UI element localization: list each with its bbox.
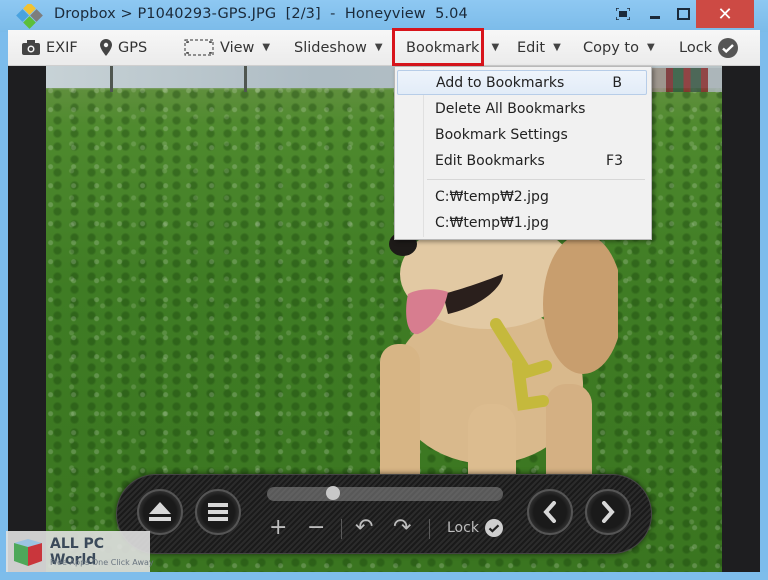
check-circle-icon [718,37,739,58]
window-bottom-border [0,572,768,580]
toolbar: EXIF GPS View ▼ Slideshow ▼ Bookmark ▼ E… [8,30,760,66]
frame-icon [184,39,214,56]
edit-label: Edit [517,39,546,56]
menu-item-shortcut: F3 [606,152,623,169]
bookmark-dropdown-menu: Add to Bookmarks B Delete All Bookmarks … [394,66,652,240]
lock-toggle[interactable]: Lock [447,517,503,539]
previous-icon [543,501,556,523]
close-icon: ✕ [717,3,733,25]
camera-icon [22,40,40,55]
chevron-down-icon: ▼ [646,42,655,53]
copy-to-label: Copy to [583,39,639,56]
menu-item-bookmark-settings[interactable]: Bookmark Settings [397,122,647,147]
slideshow-label: Slideshow [294,39,367,56]
zoom-in-button[interactable]: + [269,514,288,540]
gps-button[interactable]: GPS [100,30,147,65]
chevron-down-icon: ▼ [553,42,561,53]
maximize-button[interactable] [668,0,698,28]
lock-label: Lock [679,39,713,56]
rotate-left-button[interactable]: ↶ [355,514,374,540]
watermark-badge: ALL PC World Free Apps One Click Away [6,531,154,573]
next-icon [602,501,615,523]
maximize-icon [676,8,690,20]
menu-item-label: Bookmark Settings [435,126,568,143]
menu-item-edit-bookmarks[interactable]: Edit Bookmarks F3 [397,148,647,173]
menu-item-recent-bookmark[interactable]: C:₩temp₩2.jpg [397,184,647,209]
map-pin-icon [100,39,112,56]
zoom-out-icon: − [307,514,326,540]
minimize-icon [650,16,660,19]
previous-button[interactable] [527,489,573,535]
chevron-down-icon: ▼ [374,42,383,53]
photo-people [652,68,722,92]
menu-item-label: Delete All Bookmarks [435,100,586,117]
exif-button[interactable]: EXIF [22,30,78,65]
menu-item-recent-bookmark[interactable]: C:₩temp₩1.jpg [397,210,647,235]
view-label: View [220,39,255,56]
window-title: Dropbox > P1040293-GPS.JPG [2/3] - Honey… [54,6,468,22]
bookmark-highlight-box [392,28,484,66]
rotate-left-icon: ↶ [355,514,374,540]
chevron-down-icon: ▼ [262,42,271,53]
fullscreen-icon [616,8,630,20]
exif-label: EXIF [46,39,78,56]
honeyview-logo-icon [16,4,43,29]
navigation-slider[interactable] [267,486,503,501]
control-separator [429,519,430,539]
photo-post [110,66,113,92]
slideshow-menu[interactable]: Slideshow ▼ [294,30,383,65]
view-menu[interactable]: View ▼ [184,30,270,65]
app-window: Dropbox > P1040293-GPS.JPG [2/3] - Honey… [0,0,768,580]
menu-item-label: C:₩temp₩1.jpg [435,214,549,231]
photo-post [244,66,247,92]
check-circle-icon [484,519,503,537]
menu-item-label: C:₩temp₩2.jpg [435,188,549,205]
eject-button[interactable] [137,489,183,535]
menu-item-label: Add to Bookmarks [436,74,565,91]
menu-item-shortcut: B [612,74,622,91]
menu-button[interactable] [195,489,241,535]
eject-icon [149,502,171,521]
lock-label: Lock [447,520,479,536]
zoom-out-button[interactable]: − [307,514,326,540]
control-separator [341,519,342,539]
gps-label: GPS [118,39,148,56]
watermark-subtitle: Free Apps One Click Away [50,558,154,567]
title-bar: Dropbox > P1040293-GPS.JPG [2/3] - Honey… [0,0,768,32]
menu-item-add-to-bookmarks[interactable]: Add to Bookmarks B [397,70,647,95]
zoom-in-icon: + [269,514,288,540]
minimize-button[interactable] [640,0,670,28]
edit-menu[interactable]: Edit ▼ [517,30,561,65]
floating-control-bar: + − ↶ ↷ Lock [116,474,652,554]
close-button[interactable]: ✕ [696,0,754,28]
copy-to-menu[interactable]: Copy to ▼ [583,30,655,65]
slider-thumb[interactable] [326,486,341,500]
menu-item-label: Edit Bookmarks [435,152,545,169]
menu-item-delete-all-bookmarks[interactable]: Delete All Bookmarks [397,96,647,121]
lock-button[interactable]: Lock [679,30,739,65]
menu-icon [208,503,228,521]
chevron-down-icon: ▼ [491,42,500,53]
fullscreen-button[interactable] [608,0,638,28]
allpcworld-logo-icon [14,539,42,566]
rotate-right-icon: ↷ [393,514,412,540]
menu-separator [427,179,645,180]
next-button[interactable] [585,489,631,535]
rotate-right-button[interactable]: ↷ [393,514,412,540]
